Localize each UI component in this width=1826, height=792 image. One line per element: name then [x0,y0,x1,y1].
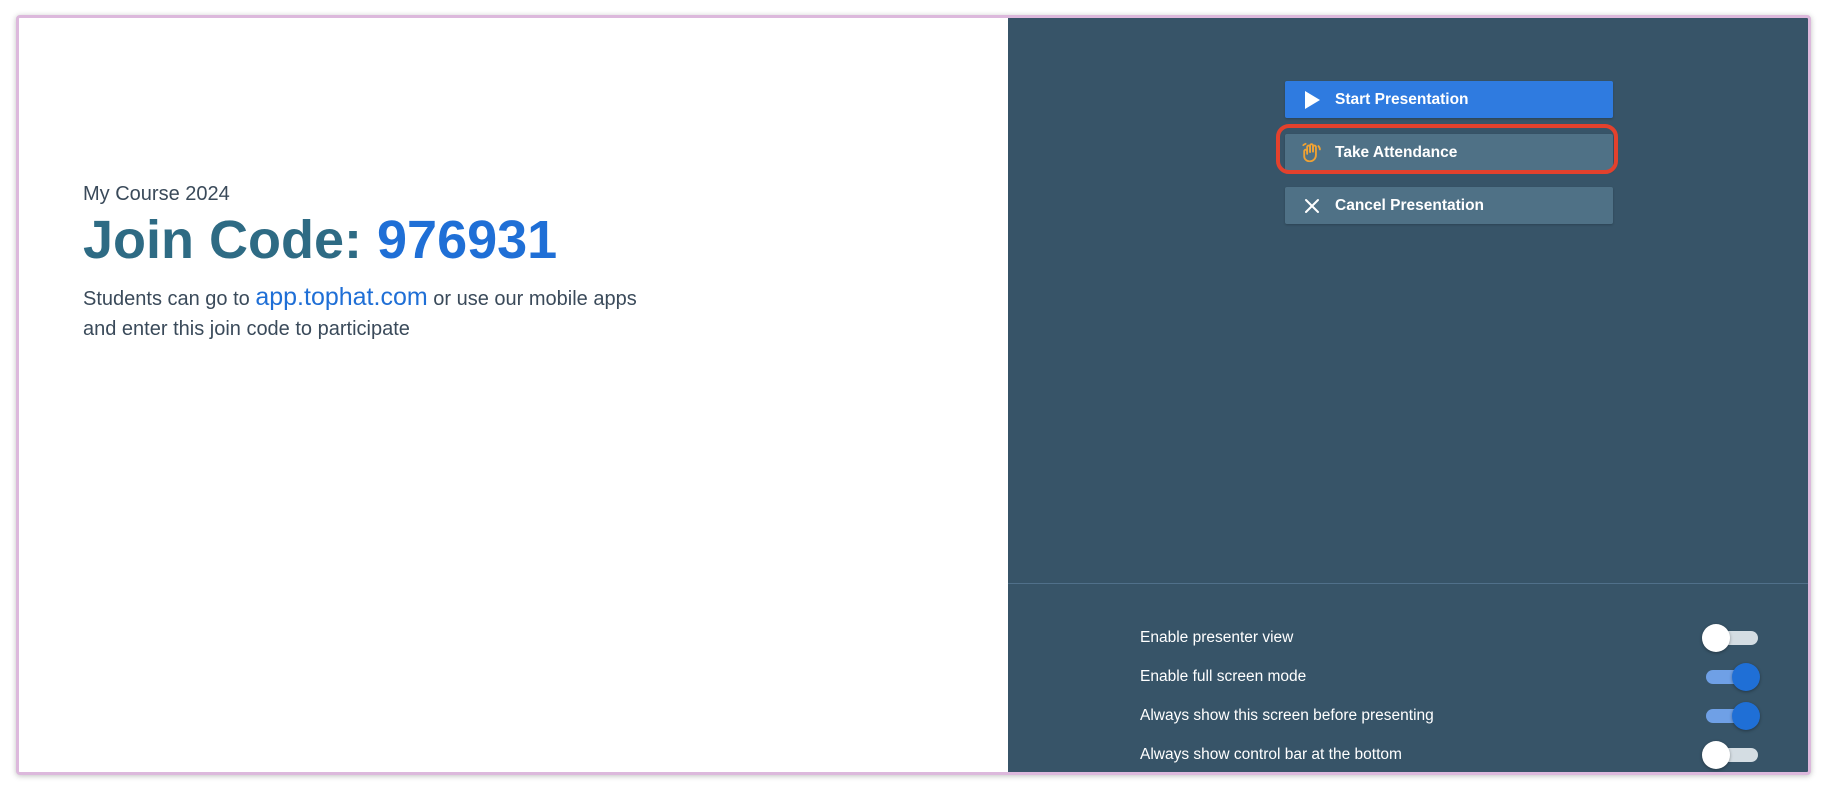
join-code-label: Join Code: [83,210,377,270]
presentation-actions: Start Presentation Take Attendance Cance… [1276,81,1618,240]
setting-control-bar: Always show control bar at the bottom [1140,735,1760,772]
toggle-knob [1702,740,1730,769]
waving-hand-icon [1301,142,1323,164]
presenter-view-toggle[interactable] [1702,623,1760,652]
settings-divider [1008,583,1808,584]
play-icon [1301,89,1323,111]
presentation-start-window: My Course 2024 Join Code: 976931 Student… [16,15,1811,775]
toggle-knob [1702,623,1730,652]
setting-show-screen-before: Always show this screen before presentin… [1140,696,1760,735]
setting-label: Always show this screen before presentin… [1140,706,1434,724]
start-presentation-label: Start Presentation [1335,90,1469,108]
setting-label: Always show control bar at the bottom [1140,745,1402,763]
setting-full-screen: Enable full screen mode [1140,657,1760,696]
setting-presenter-view: Enable presenter view [1140,618,1760,657]
setting-label: Enable full screen mode [1140,667,1307,685]
cancel-presentation-button[interactable]: Cancel Presentation [1285,187,1613,224]
toggle-knob [1732,662,1760,691]
join-info: My Course 2024 Join Code: 976931 Student… [83,183,643,344]
cancel-presentation-label: Cancel Presentation [1335,196,1485,214]
join-code-heading: Join Code: 976931 [83,212,643,269]
toggle-knob [1732,701,1760,730]
presentation-settings: Enable presenter view Enable full screen… [1140,618,1760,772]
close-icon [1301,195,1323,217]
join-code: 976931 [377,210,558,270]
control-bar-toggle[interactable] [1702,740,1760,769]
full-screen-toggle[interactable] [1702,662,1760,691]
setting-label: Enable presenter view [1140,628,1294,646]
join-info-pane: My Course 2024 Join Code: 976931 Student… [19,18,1008,772]
take-attendance-button[interactable]: Take Attendance [1285,134,1613,171]
join-instructions-prefix: Students can go to [83,287,256,310]
presentation-controls-pane: Start Presentation Take Attendance Cance… [1008,18,1808,772]
take-attendance-label: Take Attendance [1335,143,1458,161]
start-presentation-button[interactable]: Start Presentation [1285,81,1613,118]
join-instructions: Students can go to app.tophat.com or use… [83,279,643,344]
course-name: My Course 2024 [83,183,230,205]
tophat-link[interactable]: app.tophat.com [255,283,427,311]
show-screen-toggle[interactable] [1702,701,1760,730]
